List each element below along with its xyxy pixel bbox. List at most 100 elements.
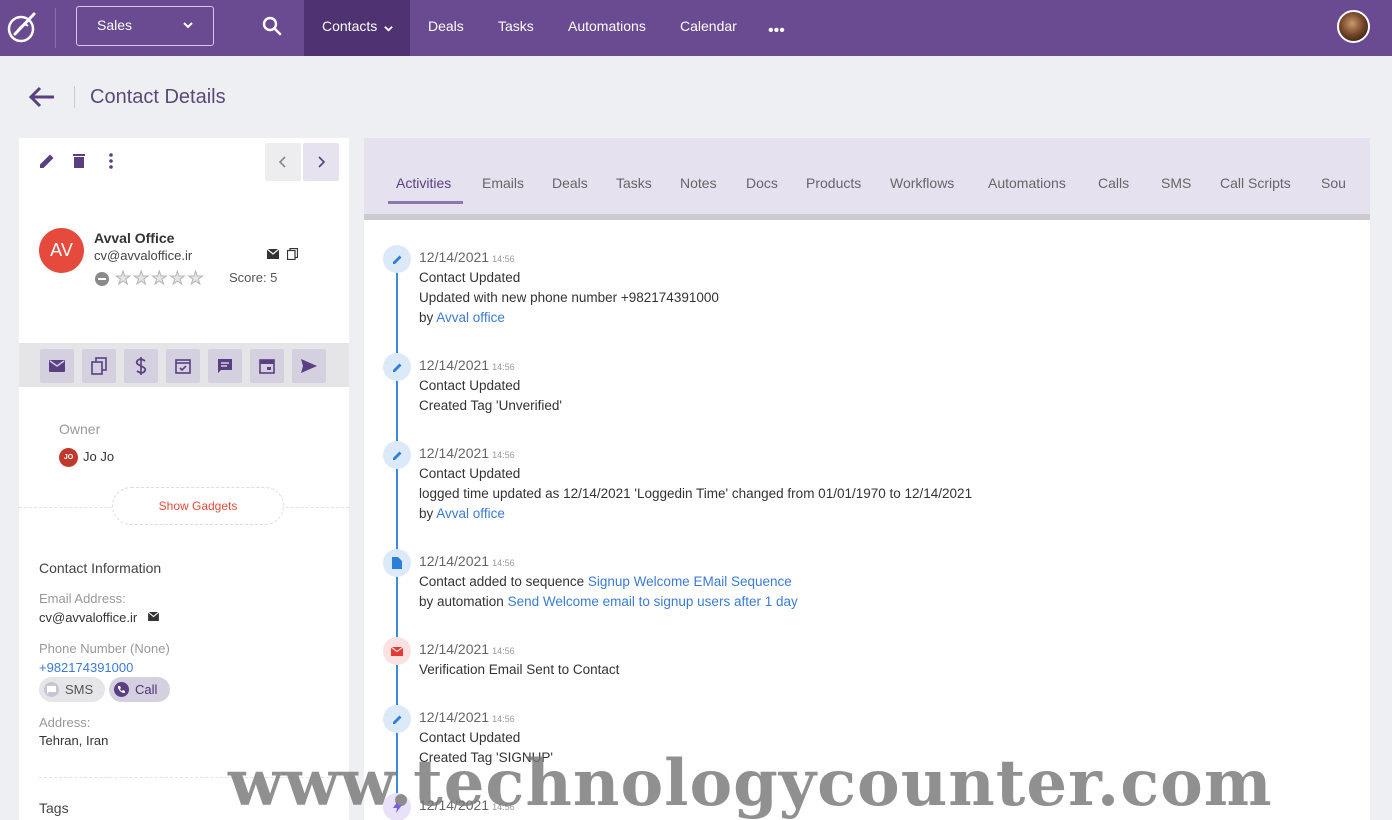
document-icon: [383, 549, 411, 577]
activity-author: by Avval office: [419, 310, 505, 325]
tab-emails[interactable]: Emails: [482, 175, 524, 191]
automation-link[interactable]: Send Welcome email to signup users after…: [508, 594, 798, 609]
clear-rating-icon[interactable]: [95, 272, 109, 286]
search-icon[interactable]: [262, 16, 282, 36]
pipeline-select[interactable]: Sales: [76, 6, 214, 46]
contact-avatar: AV: [39, 228, 84, 273]
call-chip-label: Call: [135, 682, 158, 697]
owner-avatar: JO: [59, 448, 78, 467]
back-arrow-icon[interactable]: [28, 86, 56, 108]
address-value: Tehran, Iran: [39, 733, 109, 748]
nav-automations[interactable]: Automations: [568, 0, 646, 56]
user-avatar[interactable]: [1337, 10, 1370, 43]
sms-chip[interactable]: SMS: [39, 677, 105, 702]
tab-sms[interactable]: SMS: [1161, 175, 1191, 191]
pencil-icon: [383, 441, 411, 469]
tab-notes[interactable]: Notes: [680, 175, 717, 191]
nav-calendar[interactable]: Calendar: [680, 0, 737, 56]
address-label: Address:: [39, 715, 91, 730]
activity-date: 12/14/2021 14:56: [419, 445, 515, 461]
tab-deals[interactable]: Deals: [552, 175, 588, 191]
mail-icon[interactable]: [267, 249, 279, 259]
activity-title: Contact Updated: [419, 270, 521, 285]
nav-deals[interactable]: Deals: [428, 0, 464, 56]
task-calendar-icon: [175, 359, 191, 374]
watermark-text: www.technologycounter.com: [228, 746, 1273, 820]
show-gadgets-button[interactable]: Show Gadgets: [112, 487, 284, 525]
more-menu-icon[interactable]: •••: [768, 22, 785, 40]
copy-contact-button[interactable]: [82, 349, 116, 383]
activity-feed: 12/14/2021 14:56 Contact Updated Updated …: [364, 220, 1370, 820]
contact-email: cv@avvaloffice.ir: [94, 248, 193, 263]
app-logo-icon[interactable]: [6, 10, 40, 44]
active-tab-indicator: [388, 201, 463, 204]
dollar-icon: [135, 357, 147, 375]
activity-date: 12/14/2021 14:56: [419, 553, 515, 569]
send-icon: [301, 359, 317, 373]
activity-date: 12/14/2021 14:56: [419, 357, 515, 373]
header-divider: [74, 86, 75, 108]
quick-actions-bar: [19, 343, 349, 387]
activity-title: Contact Updated: [419, 378, 521, 393]
contact-score: Score: 5: [229, 270, 278, 285]
logo-divider: [55, 8, 56, 48]
send-email-button[interactable]: [40, 349, 74, 383]
author-link[interactable]: Avval office: [436, 310, 505, 325]
owner-label: Owner: [59, 421, 101, 437]
send-sms-button[interactable]: [292, 349, 326, 383]
author-link[interactable]: Avval office: [436, 506, 505, 521]
more-vertical-icon[interactable]: [102, 152, 120, 170]
timeline-line: [396, 258, 398, 820]
activity-title: Contact Updated: [419, 730, 521, 745]
activity-date: 12/14/2021 14:56: [419, 641, 515, 657]
tags-label: Tags: [39, 800, 69, 816]
schedule-event-button[interactable]: [250, 349, 284, 383]
activity-detail: Created Tag 'Unverified': [419, 398, 562, 413]
pencil-icon: [383, 353, 411, 381]
copy-icon[interactable]: [287, 248, 298, 260]
pipeline-label: Sales: [97, 17, 133, 33]
top-navbar: Sales Contacts Deals Tasks Automations C…: [0, 0, 1392, 56]
activity-title: Verification Email Sent to Contact: [419, 662, 620, 677]
phone-link[interactable]: +982174391000: [39, 660, 133, 675]
sms-icon: [44, 682, 59, 697]
tab-calls[interactable]: Calls: [1098, 175, 1129, 191]
edit-icon[interactable]: [38, 152, 56, 170]
add-note-button[interactable]: [208, 349, 242, 383]
tab-products[interactable]: Products: [806, 175, 861, 191]
calendar-icon: [259, 359, 275, 374]
activity-detail: logged time updated as 12/14/2021 'Logge…: [419, 486, 973, 501]
nav-contacts-label: Contacts: [322, 18, 378, 34]
activity-date: 12/14/2021 14:56: [419, 249, 515, 265]
chevron-down-icon: [183, 22, 193, 29]
call-chip[interactable]: Call: [109, 677, 170, 702]
mail-icon[interactable]: [148, 612, 159, 621]
sequence-link[interactable]: Signup Welcome EMail Sequence: [588, 574, 792, 589]
add-task-button[interactable]: [166, 349, 200, 383]
mail-icon: [49, 360, 65, 372]
contact-sidebar: AV Avval Office cv@avvaloffice.ir ★★★★★ …: [19, 138, 349, 820]
nav-contacts[interactable]: Contacts: [304, 0, 410, 56]
delete-icon[interactable]: [70, 152, 88, 170]
tab-workflows[interactable]: Workflows: [890, 175, 954, 191]
rating-stars[interactable]: ★★★★★: [115, 268, 206, 289]
page-title: Contact Details: [90, 86, 226, 108]
tab-activities[interactable]: Activities: [396, 175, 451, 191]
sms-chip-label: SMS: [65, 682, 94, 697]
tab-tasks[interactable]: Tasks: [616, 175, 652, 191]
chevron-down-icon: [384, 26, 393, 32]
add-deal-button[interactable]: [124, 349, 158, 383]
nav-tasks[interactable]: Tasks: [498, 0, 534, 56]
previous-contact-button[interactable]: [265, 143, 301, 181]
email-value: cv@avvaloffice.ir: [39, 610, 138, 625]
owner-name[interactable]: Jo Jo: [83, 449, 114, 464]
activity-date: 12/14/2021 14:56: [419, 709, 515, 725]
tab-automations[interactable]: Automations: [988, 175, 1066, 191]
tab-call-scripts[interactable]: Call Scripts: [1220, 175, 1291, 191]
tab-docs[interactable]: Docs: [746, 175, 778, 191]
tab-sources[interactable]: Sou: [1321, 175, 1346, 191]
activity-title: Contact Updated: [419, 466, 521, 481]
next-contact-button[interactable]: [303, 143, 339, 181]
email-label: Email Address:: [39, 591, 126, 606]
chevron-right-icon: [318, 156, 326, 168]
